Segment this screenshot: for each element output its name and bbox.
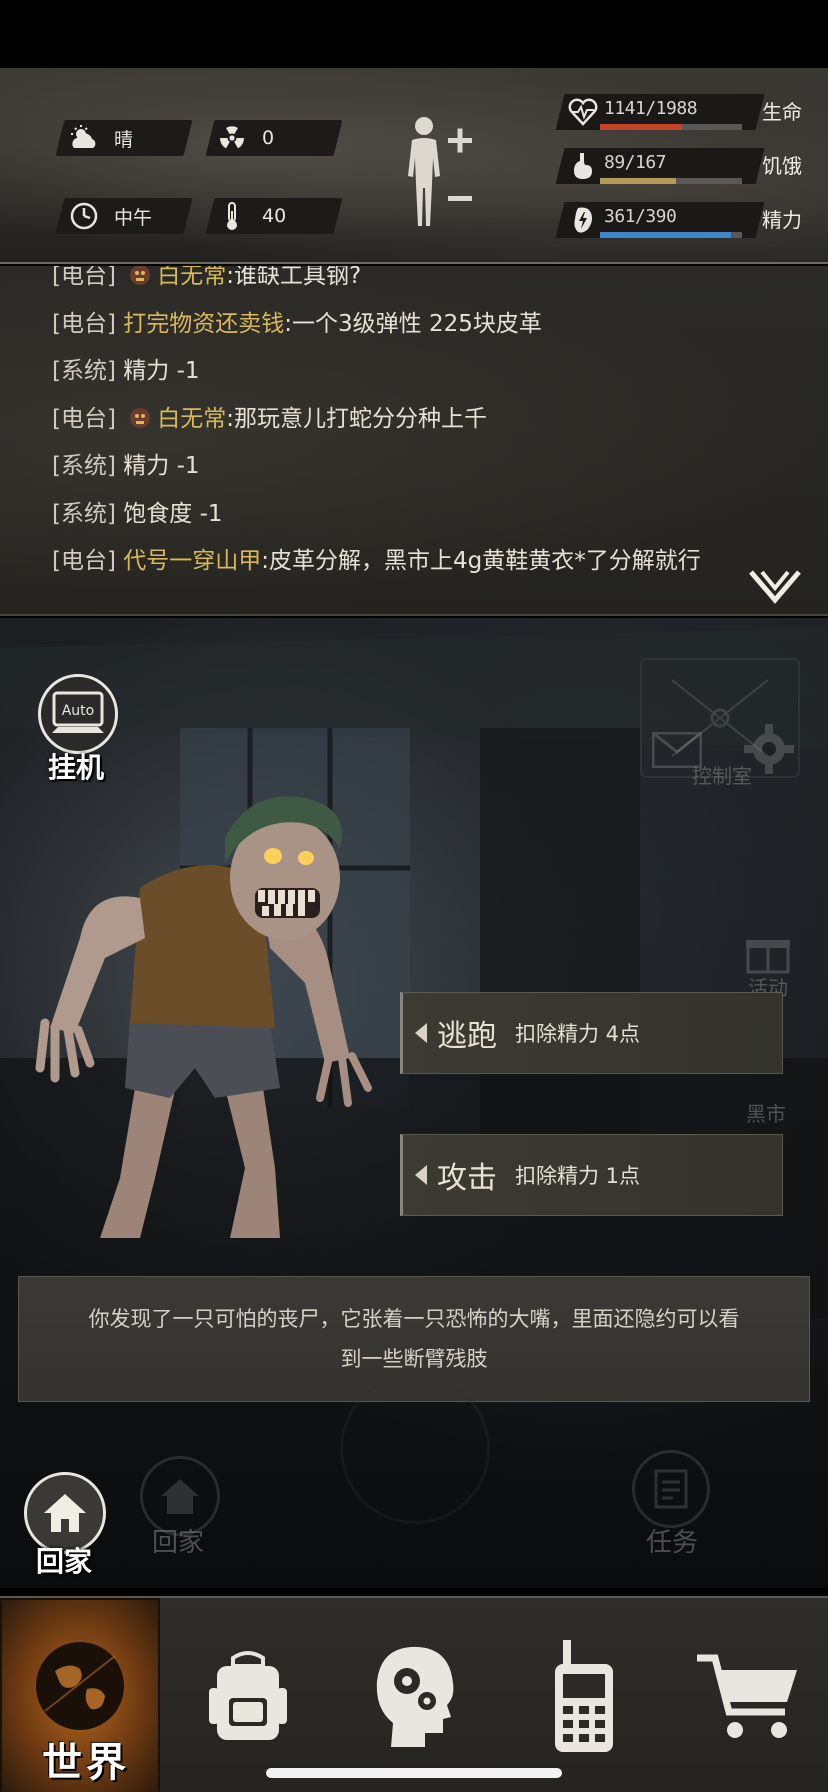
status-panel: 晴 0 中午 40 1141/1988 生命 89/167 饥饿 361/390… bbox=[0, 68, 828, 264]
nav-radio[interactable] bbox=[504, 1598, 664, 1792]
home-indicator[interactable] bbox=[266, 1768, 562, 1778]
hunger-label: 饥饿 bbox=[762, 154, 802, 178]
hunger-value: 89/167 bbox=[604, 152, 667, 173]
chat-channel-tag: [电台] bbox=[52, 405, 116, 432]
home-label-faded: 回家 bbox=[152, 1528, 205, 1558]
energy-bar bbox=[600, 232, 732, 238]
health-bar bbox=[600, 124, 682, 130]
nav-backpack[interactable] bbox=[168, 1598, 328, 1792]
mail-icon[interactable] bbox=[651, 731, 703, 772]
chat-message: 精力 -1 bbox=[123, 453, 200, 479]
nav-world[interactable]: 世界 bbox=[0, 1598, 160, 1792]
nav-skills[interactable] bbox=[336, 1598, 496, 1792]
gear-icon[interactable] bbox=[742, 722, 796, 780]
stomach-icon bbox=[568, 150, 598, 182]
nav-shop[interactable] bbox=[668, 1598, 828, 1792]
avatar[interactable] bbox=[129, 266, 151, 286]
weather-chip: 晴 bbox=[68, 120, 133, 156]
health-value: 1141/1988 bbox=[604, 98, 698, 119]
chat-line: [电台] 打完物资还卖钱:一个3级弹性 225块皮革 bbox=[52, 304, 542, 338]
auto-battle-label: 挂机 bbox=[48, 751, 105, 784]
chat-channel-tag: [系统] bbox=[52, 500, 116, 527]
auto-icon-text: Auto bbox=[62, 703, 95, 719]
flee-label: 逃跑 bbox=[437, 1019, 497, 1054]
walkie-talkie-icon bbox=[555, 1640, 613, 1752]
radar-icon bbox=[340, 1374, 490, 1524]
globe-icon bbox=[36, 1642, 124, 1730]
shopping-cart-icon bbox=[697, 1654, 797, 1738]
attack-cost: 扣除精力 1点 bbox=[515, 1164, 641, 1188]
chat-line: [系统] 精力 -1 bbox=[52, 351, 200, 385]
task-icon[interactable] bbox=[632, 1450, 710, 1528]
chat-line: [电台] 白无常:谁缺工具钢? bbox=[52, 266, 361, 290]
chat-sender[interactable]: 打完物资还卖钱 bbox=[123, 311, 284, 337]
weather-label: 晴 bbox=[114, 128, 134, 151]
chat-channel-tag: [电台] bbox=[52, 548, 116, 574]
health-label: 生命 bbox=[762, 100, 802, 124]
chat-sender[interactable]: 代号一穿山甲 bbox=[123, 548, 261, 574]
radiation-value: 0 bbox=[262, 127, 275, 149]
energy-bolt-icon bbox=[568, 204, 598, 236]
clock-icon bbox=[68, 200, 100, 232]
health-stat: 1141/1988 生命 bbox=[555, 94, 810, 130]
energy-stat: 361/390 精力 bbox=[555, 202, 810, 238]
backpack-icon bbox=[209, 1651, 287, 1740]
chat-message: 精力 -1 bbox=[123, 358, 200, 384]
head-gears-icon bbox=[376, 1646, 454, 1747]
temperature-chip: 40 bbox=[216, 198, 286, 234]
task-label: 任务 bbox=[646, 1528, 699, 1558]
chat-sender[interactable]: 白无常 bbox=[157, 266, 226, 289]
zombie-monster bbox=[35, 796, 372, 1238]
time-chip: 中午 bbox=[68, 198, 152, 234]
temperature-value: 40 bbox=[262, 205, 287, 227]
chevron-down-icon[interactable] bbox=[748, 568, 802, 606]
chat-message: :那玩意儿打蛇分分种上千 bbox=[226, 405, 488, 432]
nav-world-label: 世界 bbox=[42, 1740, 130, 1786]
flee-cost: 扣除精力 4点 bbox=[515, 1022, 641, 1046]
chat-line: [电台] 白无常:那玩意儿打蛇分分种上千 bbox=[52, 399, 487, 433]
hunger-bar bbox=[600, 178, 676, 184]
chat-sender[interactable]: 白无常 bbox=[157, 406, 226, 432]
chat-channel-tag: [电台] bbox=[52, 266, 116, 289]
attack-button[interactable]: 攻击 扣除精力 1点 bbox=[400, 1134, 783, 1216]
gift-icon[interactable] bbox=[745, 930, 791, 978]
home-label: 回家 bbox=[36, 1545, 93, 1578]
chat-message: 饱食度 -1 bbox=[123, 500, 223, 527]
black-market-label: 黑市 bbox=[746, 1102, 786, 1126]
heart-pulse-icon bbox=[568, 96, 598, 128]
chat-channel-tag: [系统] bbox=[52, 453, 116, 479]
flee-button[interactable]: 逃跑 扣除精力 4点 bbox=[400, 992, 783, 1074]
chat-log[interactable]: [电台] 白无常:谁缺工具钢? [电台] 打完物资还卖钱:一个3级弹性 225块皮… bbox=[0, 266, 828, 616]
radiation-chip: 0 bbox=[216, 120, 274, 156]
attack-label: 攻击 bbox=[437, 1161, 497, 1196]
bottom-nav: 世界 bbox=[0, 1596, 828, 1792]
chat-line: [电台] 代号一穿山甲:皮革分解，黑市上4g黄鞋黄衣*了分解就行 bbox=[52, 541, 701, 575]
chat-line: [系统] 精力 -1 bbox=[52, 446, 200, 480]
triangle-left-icon bbox=[415, 1023, 427, 1043]
auto-battle-button[interactable]: Auto bbox=[38, 674, 118, 754]
energy-label: 精力 bbox=[762, 208, 802, 232]
thermometer-icon bbox=[216, 200, 248, 232]
avatar[interactable] bbox=[129, 407, 151, 429]
energy-value: 361/390 bbox=[604, 206, 677, 227]
body-figure-icon[interactable] bbox=[398, 114, 478, 234]
chat-message: :皮革分解，黑市上4g黄鞋黄衣*了分解就行 bbox=[261, 548, 701, 574]
chat-channel-tag: [系统] bbox=[52, 358, 116, 384]
triangle-left-icon bbox=[415, 1165, 427, 1185]
chat-message: :谁缺工具钢? bbox=[226, 266, 362, 289]
sun-cloud-icon bbox=[68, 122, 100, 154]
encounter-scene: Auto 挂机 控制室 活动 黑市 逃跑 扣除精力 4点 攻击 扣除精力 1点 … bbox=[0, 618, 828, 1588]
chat-line: [系统] 饱食度 -1 bbox=[52, 494, 223, 528]
time-label: 中午 bbox=[114, 206, 153, 229]
radiation-icon bbox=[216, 122, 248, 154]
hunger-stat: 89/167 饥饿 bbox=[555, 148, 810, 184]
chat-channel-tag: [电台] bbox=[52, 310, 116, 337]
chat-message: :一个3级弹性 225块皮革 bbox=[284, 310, 542, 337]
